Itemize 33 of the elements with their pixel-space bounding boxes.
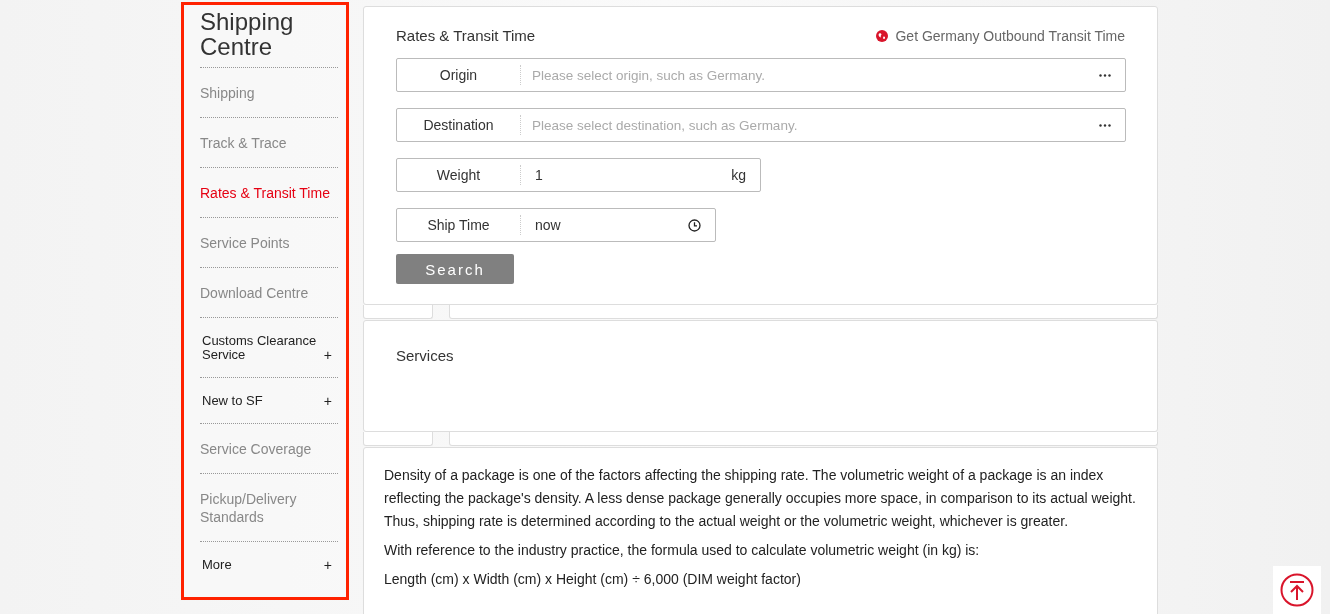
clock-icon[interactable] — [688, 218, 701, 232]
field-placeholder: Please select destination, such as Germany. — [531, 117, 799, 133]
sidebar-link[interactable]: Customs Clearance Service — [202, 334, 324, 362]
transit-time-link[interactable]: Get Germany Outbound Transit Time — [876, 27, 1125, 44]
field-label: Destination — [397, 115, 521, 135]
unit-label: kg — [731, 167, 746, 183]
sidebar-link[interactable]: New to SF — [202, 394, 324, 408]
field-value: now — [534, 217, 562, 233]
form-field[interactable]: Weight 1 kg — [396, 158, 761, 192]
expand-toggle[interactable]: + — [323, 558, 332, 572]
field-placeholder: Please select origin, such as Germany. — [531, 67, 767, 83]
sidebar-link[interactable]: Rates & Transit Time — [200, 168, 338, 218]
card-title: Rates & Transit Time — [396, 27, 536, 44]
form-field[interactable]: Destination Please select destination, such as Germany. — [396, 108, 1126, 142]
info-paragraph: Length (cm) x Width (cm) x Height (cm) ÷ 6,000 (DIM weight factor) — [384, 570, 802, 589]
expand-toggle[interactable]: + — [323, 348, 332, 362]
field-value: 1 — [534, 167, 544, 183]
form-field[interactable]: Origin Please select origin, such as Germany. — [396, 58, 1126, 92]
card-title: Services — [396, 347, 454, 364]
sidebar-link[interactable]: More — [202, 558, 324, 572]
field-label: Origin — [397, 65, 521, 85]
field-label: Ship Time — [397, 215, 521, 235]
info-paragraph: Density of a package is one of the factors affecting the shipping rate. The volumetric weight of a package is an index reflecting the package's density. A less dense package generally occupies more space, in comparison to its actual weight. Thus, shipping rate is determined according to the actual weight or the volumetric weight, whichever is greater. — [384, 466, 1137, 531]
back-to-top-button[interactable] — [1273, 566, 1321, 614]
form-field[interactable]: Ship Time now — [396, 208, 716, 242]
globe-icon — [876, 29, 889, 42]
more-icon[interactable] — [1099, 73, 1111, 77]
info-paragraph: With reference to the industry practice, the formula used to calculate volumetric weight (in kg) is: — [384, 541, 981, 560]
more-icon[interactable] — [1099, 123, 1111, 127]
search-button[interactable]: Search — [396, 254, 514, 284]
expand-toggle[interactable]: + — [323, 394, 332, 408]
field-label: Weight — [397, 165, 521, 185]
sidebar-title: Shipping Centre — [200, 9, 338, 68]
